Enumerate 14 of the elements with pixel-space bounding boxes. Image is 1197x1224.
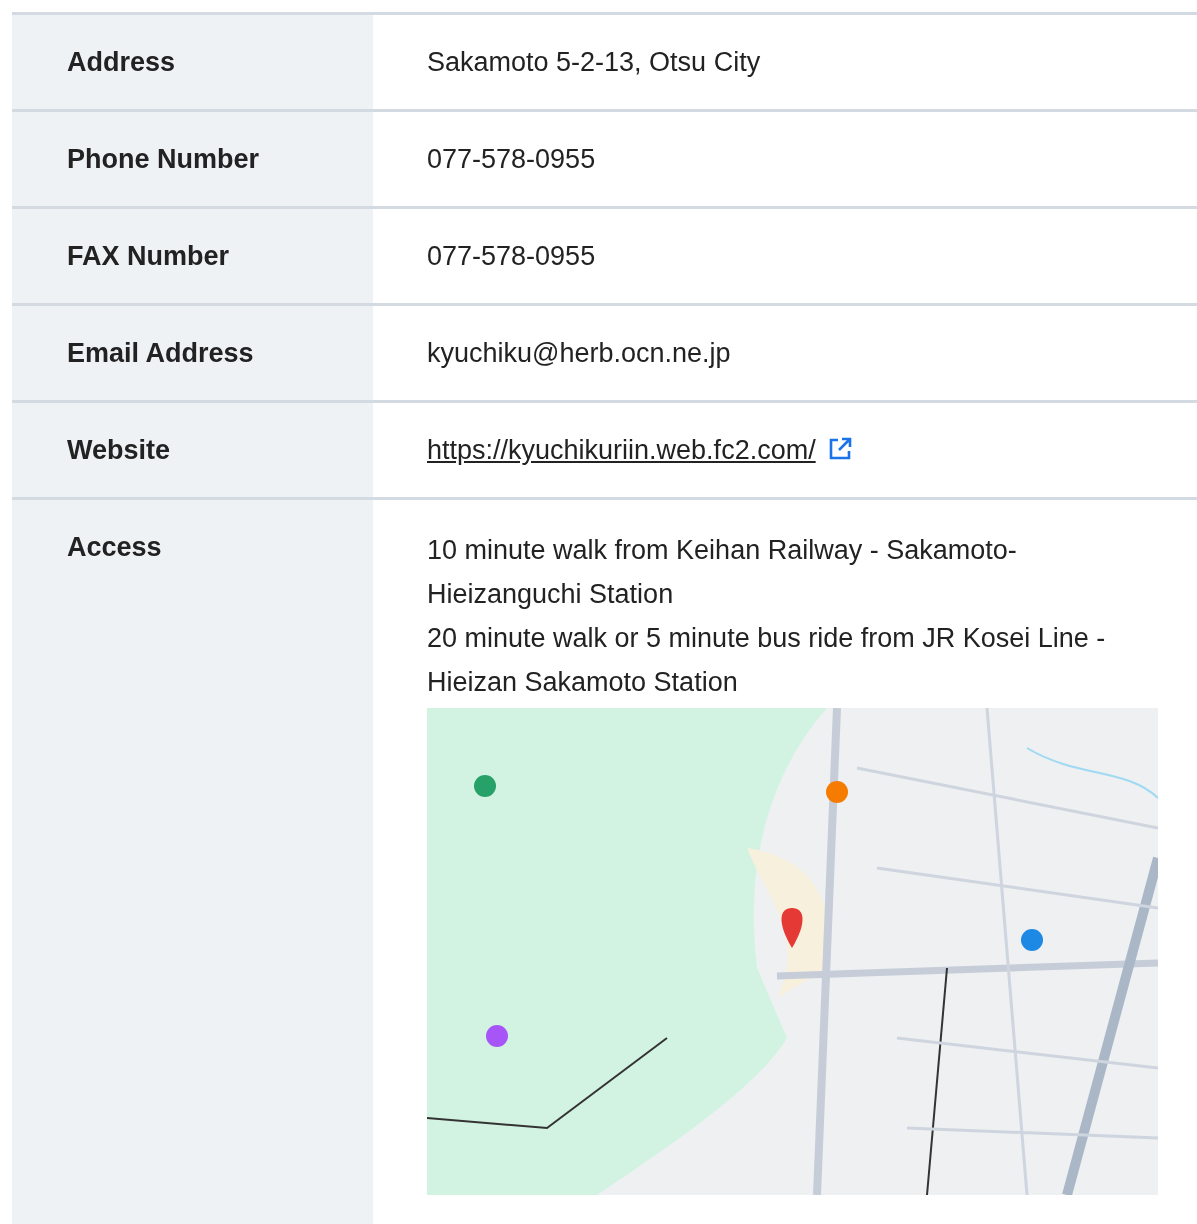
- row-label: Address: [67, 47, 176, 77]
- row-label: Website: [67, 435, 171, 465]
- access-text: 20 minute walk or 5 minute bus ride from JR Kosei Line - Hieizan Sakamoto Station: [427, 622, 1107, 699]
- row-label: Phone Number: [67, 144, 260, 174]
- row-value: 077-578-0955: [427, 144, 596, 174]
- row-label: Email Address: [67, 338, 254, 368]
- website-link[interactable]: https://kyuchikuriin.web.fc2.com/: [427, 435, 816, 465]
- row-value: 077-578-0955: [427, 241, 596, 271]
- row-value: kyuchiku@herb.ocn.ne.jp: [427, 338, 731, 368]
- row-value: Sakamoto 5-2-13, Otsu City: [427, 47, 761, 77]
- row-label: FAX Number: [67, 241, 230, 271]
- external-link-icon: [827, 437, 852, 461]
- access-text: 10 minute walk from Keihan Railway - Sakamoto-Hieizanguchi Station: [427, 534, 1018, 611]
- row-label: Access: [67, 532, 162, 562]
